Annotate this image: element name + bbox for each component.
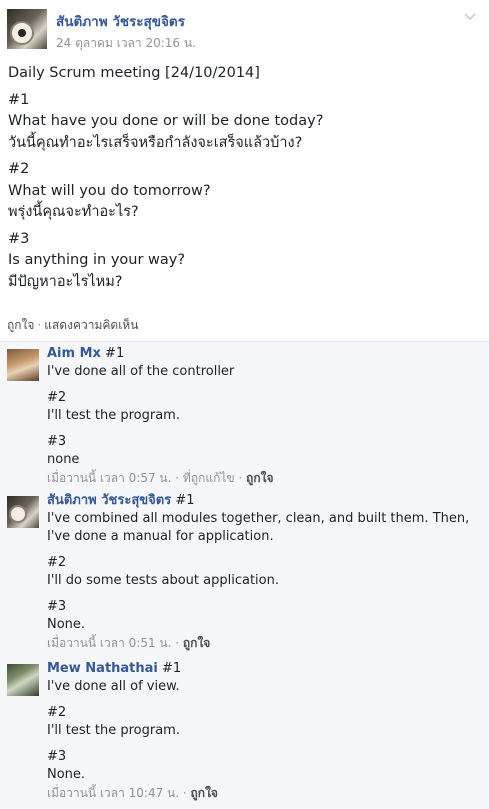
answer-3-number: #3 [47, 599, 67, 614]
comment-body: สันติภาพ วัชระสุขจิตร #1 I've combined a… [47, 492, 472, 652]
comment-link[interactable]: แสดงความคิดเห็น [44, 318, 138, 332]
comment-answer-2: #2 I'll do some tests about application. [47, 554, 472, 590]
answer-1-text: I've done all of the controller [47, 364, 235, 379]
commenter-avatar[interactable] [7, 664, 39, 696]
post-author-name[interactable]: สันติภาพ วัชระสุขจิตร [56, 10, 185, 32]
question-3-thai: มีปัญหาอะไรไหม? [8, 273, 123, 290]
commenter-name[interactable]: Aim Mx [47, 346, 101, 361]
like-link[interactable]: ถูกใจ [7, 318, 34, 332]
post-timestamp[interactable]: 24 ตุลาคม เวลา 20:16 น. [56, 34, 196, 53]
comment-body: Mew Nathathai #1 I've done all of view. … [47, 660, 472, 802]
answer-1-tag: #1 [100, 346, 125, 361]
answer-2-text: I'll test the program. [47, 408, 180, 423]
comment-meta: เมื่อวานนี้ เวลา 10:47 น. · ถูกใจ [47, 786, 218, 800]
answer-2-number: #2 [47, 390, 67, 405]
post-title: Daily Scrum meeting [24/10/2014] [8, 65, 260, 81]
answer-3-number: #3 [47, 434, 67, 449]
question-2: #2 What will you do tomorrow? พรุ่งนี้คุ… [8, 159, 478, 224]
comment-body: Aim Mx #1 I've done all of the controlle… [47, 345, 472, 487]
comment-timestamp[interactable]: เมื่อวานนี้ เวลา 10:47 น. [47, 786, 179, 800]
chevron-down-icon[interactable] [463, 12, 477, 22]
comment-like-link[interactable]: ถูกใจ [191, 786, 218, 800]
comment-meta: เมื่อวานนี้ เวลา 0:57 น. · ที่ถูกแก้ไข ·… [47, 471, 274, 485]
answer-3-text: None. [47, 767, 86, 782]
question-3: #3 Is anything in your way? มีปัญหาอะไรไ… [8, 229, 478, 294]
avatar-dot [18, 29, 26, 37]
question-1: #1 What have you done or will be done to… [8, 90, 478, 155]
comment-answer-1: Mew Nathathai #1 I've done all of view. [47, 660, 472, 696]
question-2-number: #2 [8, 161, 30, 177]
edited-label[interactable]: ที่ถูกแก้ไข [183, 471, 235, 485]
answer-1-tag: #1 [157, 661, 182, 676]
question-3-number: #3 [8, 230, 30, 247]
question-1-thai: วันนี้คุณทำอะไรเสร็จหรือกำลังจะเสร็จแล้ว… [8, 134, 303, 151]
answer-2-text: I'll do some tests about application. [47, 573, 279, 588]
answer-1-tag: #1 [171, 493, 195, 508]
answer-1-text: I've combined all modules together, clea… [47, 511, 470, 544]
question-1-english: What have you done or will be done today… [8, 113, 324, 129]
answer-3-text: none [47, 452, 80, 467]
question-2-thai: พรุ่งนี้คุณจะทำอะไร? [8, 204, 139, 220]
question-1-number: #1 [8, 91, 30, 108]
commenter-avatar[interactable] [7, 496, 39, 528]
comment-timestamp[interactable]: เมื่อวานนี้ เวลา 0:51 น. [47, 636, 171, 650]
avatar-disc [9, 505, 27, 523]
separator: · [37, 318, 42, 332]
comment-like-link[interactable]: ถูกใจ [246, 471, 273, 485]
post-actions: ถูกใจ · แสดงความคิดเห็น [7, 316, 138, 335]
comment-like-link[interactable]: ถูกใจ [183, 636, 210, 650]
post: สันติภาพ วัชระสุขจิตร 24 ตุลาคม เวลา 20:… [0, 0, 489, 341]
commenter-name[interactable]: สันติภาพ วัชระสุขจิตร [47, 493, 171, 508]
post-body: Daily Scrum meeting [24/10/2014] #1 What… [8, 63, 478, 298]
question-3-english: Is anything in your way? [8, 252, 186, 268]
comment-meta: เมื่อวานนี้ เวลา 0:51 น. · ถูกใจ [47, 636, 211, 650]
answer-2-number: #2 [47, 555, 67, 570]
answer-1-text: I've done all of view. [47, 679, 180, 694]
comments-section: Aim Mx #1 I've done all of the controlle… [0, 341, 489, 809]
answer-3-text: None. [47, 617, 86, 632]
author-avatar[interactable] [7, 9, 47, 49]
commenter-avatar[interactable] [7, 349, 39, 381]
comment-answer-3: #3 none [47, 433, 472, 469]
answer-2-text: I'll test the program. [47, 723, 180, 738]
comment-answer-3: #3 None. [47, 598, 472, 634]
comment-answer-2: #2 I'll test the program. [47, 704, 472, 740]
question-2-english: What will you do tomorrow? [8, 182, 211, 199]
comment-answer-3: #3 None. [47, 748, 472, 784]
answer-2-number: #2 [47, 705, 67, 720]
commenter-name[interactable]: Mew Nathathai [47, 661, 158, 676]
answer-3-number: #3 [47, 749, 67, 764]
comment-answer-2: #2 I'll test the program. [47, 389, 472, 425]
comment-answer-1: สันติภาพ วัชระสุขจิตร #1 I've combined a… [47, 492, 472, 546]
comment-timestamp[interactable]: เมื่อวานนี้ เวลา 0:57 น. [47, 471, 171, 485]
comment-answer-1: Aim Mx #1 I've done all of the controlle… [47, 345, 472, 381]
